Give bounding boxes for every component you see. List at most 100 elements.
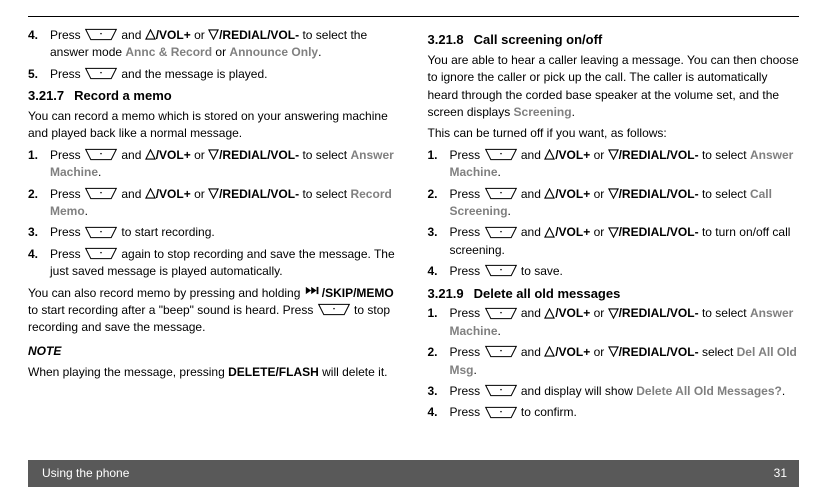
vol-minus-label: /REDIAL/VOL-	[619, 306, 699, 320]
step-1-select-answer-machine: 1. Press and /VOL+ or /REDIAL/VOL- to se…	[428, 147, 800, 182]
text: You are able to hear a caller leaving a …	[428, 53, 799, 119]
vol-plus-label: /VOL+	[555, 225, 590, 239]
triangle-up-icon	[544, 346, 555, 357]
step-3-display-delete-all: 3. Press and display will show Delete Al…	[428, 383, 800, 400]
soft-key-icon	[84, 67, 118, 80]
delete-flash-label: DELETE/FLASH	[228, 365, 319, 379]
text: and	[121, 28, 144, 42]
text: to save.	[521, 264, 563, 278]
text: and	[121, 148, 144, 162]
vol-minus-label: /REDIAL/VOL-	[619, 225, 699, 239]
vol-plus-label: /VOL+	[555, 148, 590, 162]
heading-record-memo: 3.21.7Record a memo	[28, 87, 400, 106]
step-number: 1.	[428, 147, 450, 182]
step-number: 3.	[28, 224, 50, 241]
heading-call-screening: 3.21.8Call screening on/off	[428, 31, 800, 50]
skip-memo-label: /SKIP/MEMO	[322, 286, 394, 300]
vol-plus-label: /VOL+	[156, 28, 191, 42]
text: and	[521, 225, 544, 239]
text: Press	[50, 28, 84, 42]
text: You can also record memo by pressing and…	[28, 286, 304, 300]
triangle-up-icon	[544, 227, 555, 238]
step-number: 4.	[428, 404, 450, 421]
step-number: 2.	[428, 186, 450, 221]
text: to select	[302, 187, 350, 201]
step-2-select-call-screening: 2. Press and /VOL+ or /REDIAL/VOL- to se…	[428, 186, 800, 221]
paragraph: You can record a memo which is stored on…	[28, 108, 400, 143]
triangle-down-icon	[608, 346, 619, 357]
paragraph: You are able to hear a caller leaving a …	[428, 52, 800, 122]
triangle-up-icon	[145, 29, 156, 40]
triangle-down-icon	[608, 308, 619, 319]
step-1-select-answer-machine: 1. Press and /VOL+ or /REDIAL/VOL- to se…	[428, 305, 800, 340]
text: Press	[450, 187, 484, 201]
menu-delete-all-old-messages: Delete All Old Messages?	[636, 384, 782, 398]
triangle-up-icon	[544, 188, 555, 199]
heading-number: 3.21.9	[428, 286, 464, 301]
text: or	[194, 28, 208, 42]
footer-label: Using the phone	[42, 465, 129, 482]
text: and	[521, 306, 544, 320]
note-label: NOTE	[28, 344, 61, 358]
text: Press	[50, 148, 84, 162]
triangle-up-icon	[145, 149, 156, 160]
text: Press	[450, 225, 484, 239]
vol-minus-label: /REDIAL/VOL-	[619, 187, 699, 201]
step-number: 2.	[28, 186, 50, 221]
vol-minus-label: /REDIAL/VOL-	[619, 148, 699, 162]
skip-memo-icon	[304, 284, 322, 301]
vol-minus-label: /REDIAL/VOL-	[219, 28, 299, 42]
right-column: 3.21.8Call screening on/off You are able…	[428, 27, 800, 426]
triangle-down-icon	[208, 29, 219, 40]
page-footer: Using the phone 31	[28, 460, 799, 487]
step-4-stop-recording: 4. Press again to stop recording and sav…	[28, 246, 400, 281]
text: and the message is played.	[121, 67, 267, 81]
text: Press	[450, 384, 484, 398]
triangle-down-icon	[608, 149, 619, 160]
text: or	[594, 187, 608, 201]
menu-screening: Screening	[514, 105, 572, 119]
heading-title: Delete all old messages	[474, 286, 621, 301]
text: Press	[450, 148, 484, 162]
soft-key-icon	[84, 247, 118, 260]
vol-plus-label: /VOL+	[156, 148, 191, 162]
step-4-answer-mode: 4. Press and /VOL+ or /REDIAL/VOL- to se…	[28, 27, 400, 62]
step-2-select-del-all-old: 2. Press and /VOL+ or /REDIAL/VOL- selec…	[428, 344, 800, 379]
soft-key-icon	[484, 384, 518, 397]
page-number: 31	[774, 465, 787, 482]
step-number: 4.	[428, 263, 450, 280]
step-4-confirm: 4. Press to confirm.	[428, 404, 800, 421]
step-5-play-message: 5. Press and the message is played.	[28, 66, 400, 83]
vol-plus-label: /VOL+	[555, 345, 590, 359]
text: or	[594, 306, 608, 320]
text: and	[521, 148, 544, 162]
soft-key-icon	[84, 148, 118, 161]
text: Press	[450, 264, 484, 278]
left-column: 4. Press and /VOL+ or /REDIAL/VOL- to se…	[28, 27, 400, 426]
triangle-up-icon	[145, 188, 156, 199]
soft-key-icon	[484, 148, 518, 161]
vol-minus-label: /REDIAL/VOL-	[219, 187, 299, 201]
soft-key-icon	[484, 264, 518, 277]
heading-title: Record a memo	[74, 88, 172, 103]
text: Press	[450, 306, 484, 320]
vol-minus-label: /REDIAL/VOL-	[619, 345, 699, 359]
text: or	[594, 345, 608, 359]
vol-plus-label: /VOL+	[156, 187, 191, 201]
soft-key-icon	[84, 28, 118, 41]
step-number: 4.	[28, 27, 50, 62]
paragraph: This can be turned off if you want, as f…	[428, 125, 800, 142]
text: When playing the message, pressing	[28, 365, 228, 379]
heading-title: Call screening on/off	[474, 32, 603, 47]
text: to select	[702, 148, 750, 162]
step-number: 1.	[28, 147, 50, 182]
step-3-toggle-call-screening: 3. Press and /VOL+ or /REDIAL/VOL- to tu…	[428, 224, 800, 259]
soft-key-icon	[317, 303, 351, 316]
vol-minus-label: /REDIAL/VOL-	[219, 148, 299, 162]
step-number: 3.	[428, 224, 450, 259]
soft-key-icon	[84, 187, 118, 200]
step-number: 4.	[28, 246, 50, 281]
heading-delete-all-old: 3.21.9 Delete all old messages	[428, 285, 800, 304]
step-4-save: 4. Press to save.	[428, 263, 800, 280]
text: Press	[50, 225, 84, 239]
